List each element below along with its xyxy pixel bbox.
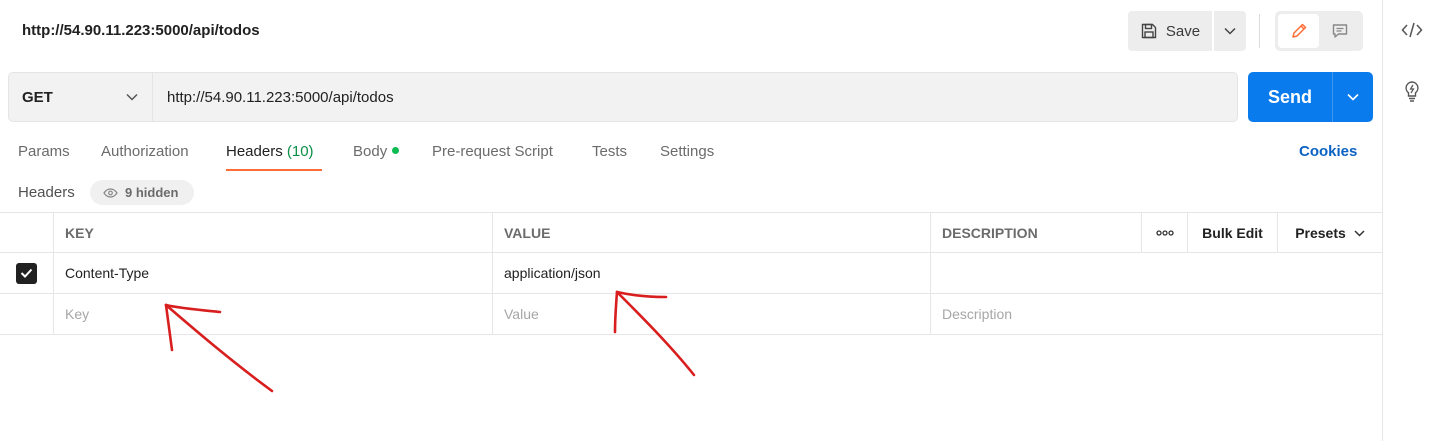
save-label: Save [1165, 22, 1201, 40]
body-content-indicator [392, 147, 400, 154]
send-group: Send [1248, 72, 1373, 122]
tab-params[interactable]: Params [18, 143, 70, 160]
header-value-cell[interactable]: application/json [493, 253, 931, 293]
header-enabled-checkbox[interactable] [16, 262, 37, 284]
toolbar-divider [1259, 14, 1260, 48]
eye-icon [103, 187, 118, 198]
table-row-new: Key Value Description [0, 294, 1382, 335]
tab-authorization[interactable]: Authorization [101, 143, 189, 160]
table-header-row: KEY VALUE DESCRIPTION Bulk Edit Presets [0, 212, 1382, 253]
header-description-cell[interactable] [931, 253, 1382, 293]
floppy-disk-icon [1141, 23, 1157, 39]
new-value-input[interactable]: Value [493, 294, 931, 334]
save-button[interactable]: Save [1128, 11, 1212, 51]
new-description-input[interactable]: Description [931, 294, 1382, 334]
tab-pre-request-script[interactable]: Pre-request Script [432, 143, 553, 160]
lightbulb-icon[interactable] [1401, 79, 1423, 103]
tab-settings[interactable]: Settings [660, 143, 714, 160]
comments-mode-button[interactable] [1319, 14, 1360, 48]
row-check-cell [0, 294, 54, 334]
presets-dropdown[interactable]: Presets [1278, 213, 1382, 253]
method-select[interactable]: GET [8, 72, 153, 122]
url-input[interactable] [152, 72, 1238, 122]
tab-headers-count: (10) [286, 143, 314, 160]
chevron-down-icon [1224, 27, 1236, 35]
tab-tests[interactable]: Tests [592, 143, 627, 160]
row-check-cell [0, 253, 54, 293]
view-toggle [1275, 11, 1363, 51]
new-key-input[interactable]: Key [54, 294, 493, 334]
edit-mode-button[interactable] [1278, 14, 1319, 48]
tab-headers-label: Headers [226, 143, 283, 160]
request-pane: http://54.90.11.223:5000/api/todos Save [0, 0, 1382, 441]
column-header-description: DESCRIPTION [931, 213, 1142, 253]
active-tab-indicator [226, 169, 322, 171]
send-button[interactable]: Send [1248, 72, 1332, 122]
tab-headers[interactable]: Headers (10) [226, 143, 314, 160]
column-header-value: VALUE [493, 213, 931, 253]
hidden-headers-toggle[interactable]: 9 hidden [90, 180, 194, 205]
tab-body[interactable]: Body [353, 143, 400, 160]
chevron-down-icon [126, 93, 138, 101]
hidden-headers-label: 9 hidden [125, 185, 179, 200]
presets-label: Presets [1295, 225, 1346, 241]
header-check-cell [0, 213, 54, 253]
more-options-icon [1155, 230, 1174, 236]
header-key-cell[interactable]: Content-Type [54, 253, 493, 293]
table-row: Content-Type application/json [0, 253, 1382, 294]
request-title[interactable]: http://54.90.11.223:5000/api/todos [22, 22, 260, 39]
column-options-button[interactable] [1142, 213, 1188, 253]
cookies-link[interactable]: Cookies [1299, 143, 1357, 160]
headers-section-label: Headers [18, 184, 75, 201]
pencil-icon [1291, 23, 1306, 38]
chevron-down-icon [1354, 229, 1365, 237]
comment-icon [1332, 24, 1347, 38]
checkmark-icon [20, 268, 33, 278]
save-options-button[interactable] [1214, 11, 1246, 51]
headers-table: KEY VALUE DESCRIPTION Bulk Edit Presets [0, 212, 1382, 335]
bulk-edit-button[interactable]: Bulk Edit [1188, 213, 1278, 253]
send-options-button[interactable] [1332, 72, 1373, 122]
right-sidebar [1382, 0, 1442, 441]
code-icon[interactable] [1401, 21, 1423, 39]
save-group: Save [1128, 11, 1246, 51]
method-value: GET [22, 88, 53, 106]
chevron-down-icon [1347, 93, 1359, 101]
tab-body-label: Body [353, 143, 388, 160]
column-header-key: KEY [54, 213, 493, 253]
